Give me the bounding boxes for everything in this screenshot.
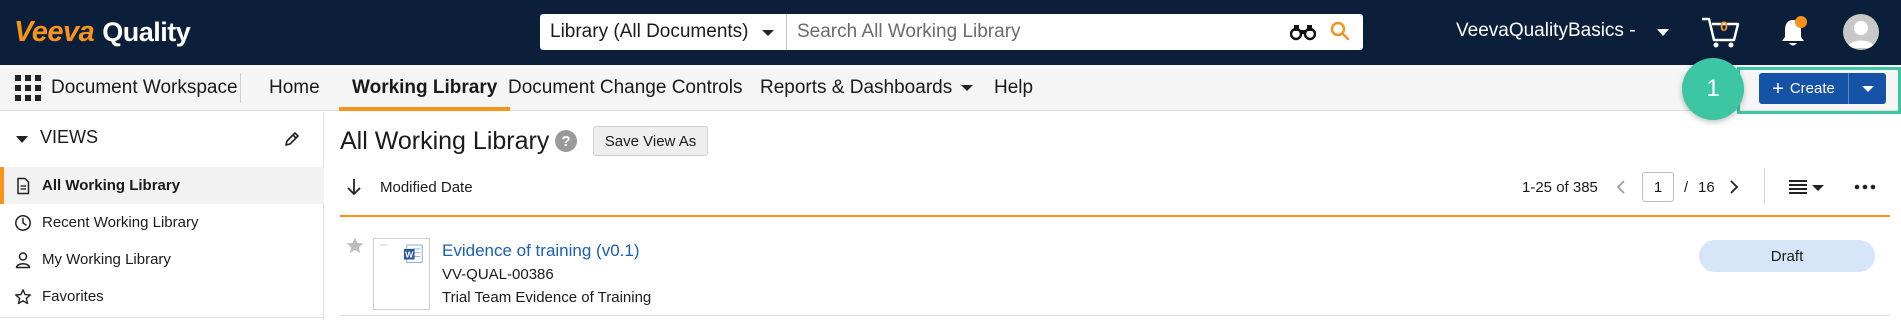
workspace-name[interactable]: Document Workspace: [51, 77, 238, 99]
sidebar-item-label: Recent Working Library: [42, 214, 199, 231]
document-title-link[interactable]: Evidence of training (v0.1): [442, 241, 640, 261]
chevron-right-icon[interactable]: [1727, 179, 1741, 195]
tab-label: Working Library: [352, 77, 498, 98]
list-header-rule: [340, 215, 1890, 217]
search-bar: Library (All Documents): [540, 14, 1363, 50]
tab-help[interactable]: Help: [981, 65, 1046, 111]
top-bar: Veeva Quality Library (All Documents) Ve…: [0, 0, 1901, 65]
svg-text:W: W: [405, 250, 414, 260]
chevron-down-icon: [1861, 85, 1874, 92]
nav-bar: Document Workspace Home Working Library …: [0, 65, 1901, 111]
favorite-star-icon[interactable]: [345, 236, 365, 256]
help-icon[interactable]: ?: [555, 130, 577, 152]
document-icon: [17, 177, 30, 194]
tab-label: Document Change Controls: [508, 77, 743, 98]
sort-descending-icon[interactable]: [345, 177, 363, 197]
veeva-quality-logo[interactable]: Veeva Quality: [14, 14, 191, 50]
views-header[interactable]: VIEWS: [0, 126, 324, 152]
sidebar-item-all-working-library[interactable]: All Working Library: [0, 167, 324, 204]
nav-divider: [240, 73, 241, 103]
chevron-down-icon: [762, 30, 774, 36]
user-avatar-icon: [1847, 21, 1875, 48]
sidebar-item-label: All Working Library: [42, 177, 181, 194]
more-options-icon[interactable]: [1854, 183, 1876, 191]
tab-working-library[interactable]: Working Library: [339, 65, 511, 111]
create-label: Create: [1789, 80, 1835, 97]
sort-field-label[interactable]: Modified Date: [380, 179, 473, 196]
clock-icon: [15, 214, 31, 231]
create-button[interactable]: + Create: [1759, 73, 1849, 104]
word-document-icon: W: [379, 244, 423, 263]
document-thumbnail[interactable]: W: [373, 238, 430, 310]
logo-veeva-text: Veeva: [14, 15, 95, 48]
tab-label: Home: [269, 77, 320, 98]
views-label: VIEWS: [40, 127, 99, 147]
page-title: All Working Library: [340, 127, 550, 155]
notification-dot: [1795, 16, 1807, 28]
sidebar-item-my-working-library[interactable]: My Working Library: [0, 241, 324, 278]
save-view-as-button[interactable]: Save View As: [593, 126, 708, 156]
tab-label: Reports & Dashboards: [760, 77, 953, 98]
search-scope-dropdown[interactable]: Library (All Documents): [540, 14, 787, 50]
pencil-icon[interactable]: [283, 130, 301, 148]
chevron-left-icon[interactable]: [1614, 179, 1628, 195]
sidebar-item-label: Favorites: [42, 288, 104, 305]
vault-name[interactable]: VeevaQualityBasics -: [1456, 20, 1636, 42]
step-badge: 1: [1682, 58, 1744, 120]
toolbar-divider: [1764, 168, 1765, 204]
chevron-down-icon: [961, 85, 974, 91]
app-grid-icon[interactable]: [15, 75, 41, 101]
plus-icon: +: [1772, 77, 1784, 100]
chevron-down-icon[interactable]: [1657, 29, 1669, 36]
document-number: VV-QUAL-00386: [442, 266, 554, 283]
user-icon: [15, 251, 31, 268]
collapse-caret-icon[interactable]: [16, 136, 28, 143]
search-icon[interactable]: [1329, 20, 1351, 42]
page-separator: /: [1684, 179, 1689, 196]
sidebar-item-label: My Working Library: [42, 251, 171, 268]
list-view-icon[interactable]: [1787, 178, 1825, 196]
avatar[interactable]: [1843, 14, 1879, 50]
binoculars-icon[interactable]: [1290, 23, 1316, 41]
tab-label: Help: [994, 77, 1034, 98]
tab-document-change-controls[interactable]: Document Change Controls: [495, 65, 755, 111]
page-number-input[interactable]: [1642, 172, 1674, 202]
document-name: Trial Team Evidence of Training: [442, 289, 652, 306]
star-icon: [15, 288, 31, 304]
sidebar-item-recent-working-library[interactable]: Recent Working Library: [0, 204, 324, 241]
sidebar-divider: [0, 317, 324, 318]
tab-home[interactable]: Home: [256, 65, 333, 111]
create-button-group: + Create: [1759, 73, 1886, 104]
search-input[interactable]: [787, 14, 1363, 50]
sidebar-item-favorites[interactable]: Favorites: [0, 278, 324, 315]
sidebar: VIEWS All Working Library Recent Working…: [0, 112, 324, 320]
results-range: 1-25 of 385: [1522, 179, 1598, 196]
table-row[interactable]: W Evidence of training (v0.1) VV-QUAL-00…: [340, 228, 1890, 316]
logo-product-text: Quality: [102, 16, 191, 47]
tab-reports-dashboards[interactable]: Reports & Dashboards: [747, 65, 986, 111]
create-dropdown-button[interactable]: [1849, 73, 1886, 104]
status-badge: Draft: [1699, 240, 1875, 272]
cart-count-badge: 0: [1720, 18, 1728, 34]
page-total: 16: [1698, 179, 1715, 196]
search-scope-label: Library (All Documents): [550, 21, 749, 42]
